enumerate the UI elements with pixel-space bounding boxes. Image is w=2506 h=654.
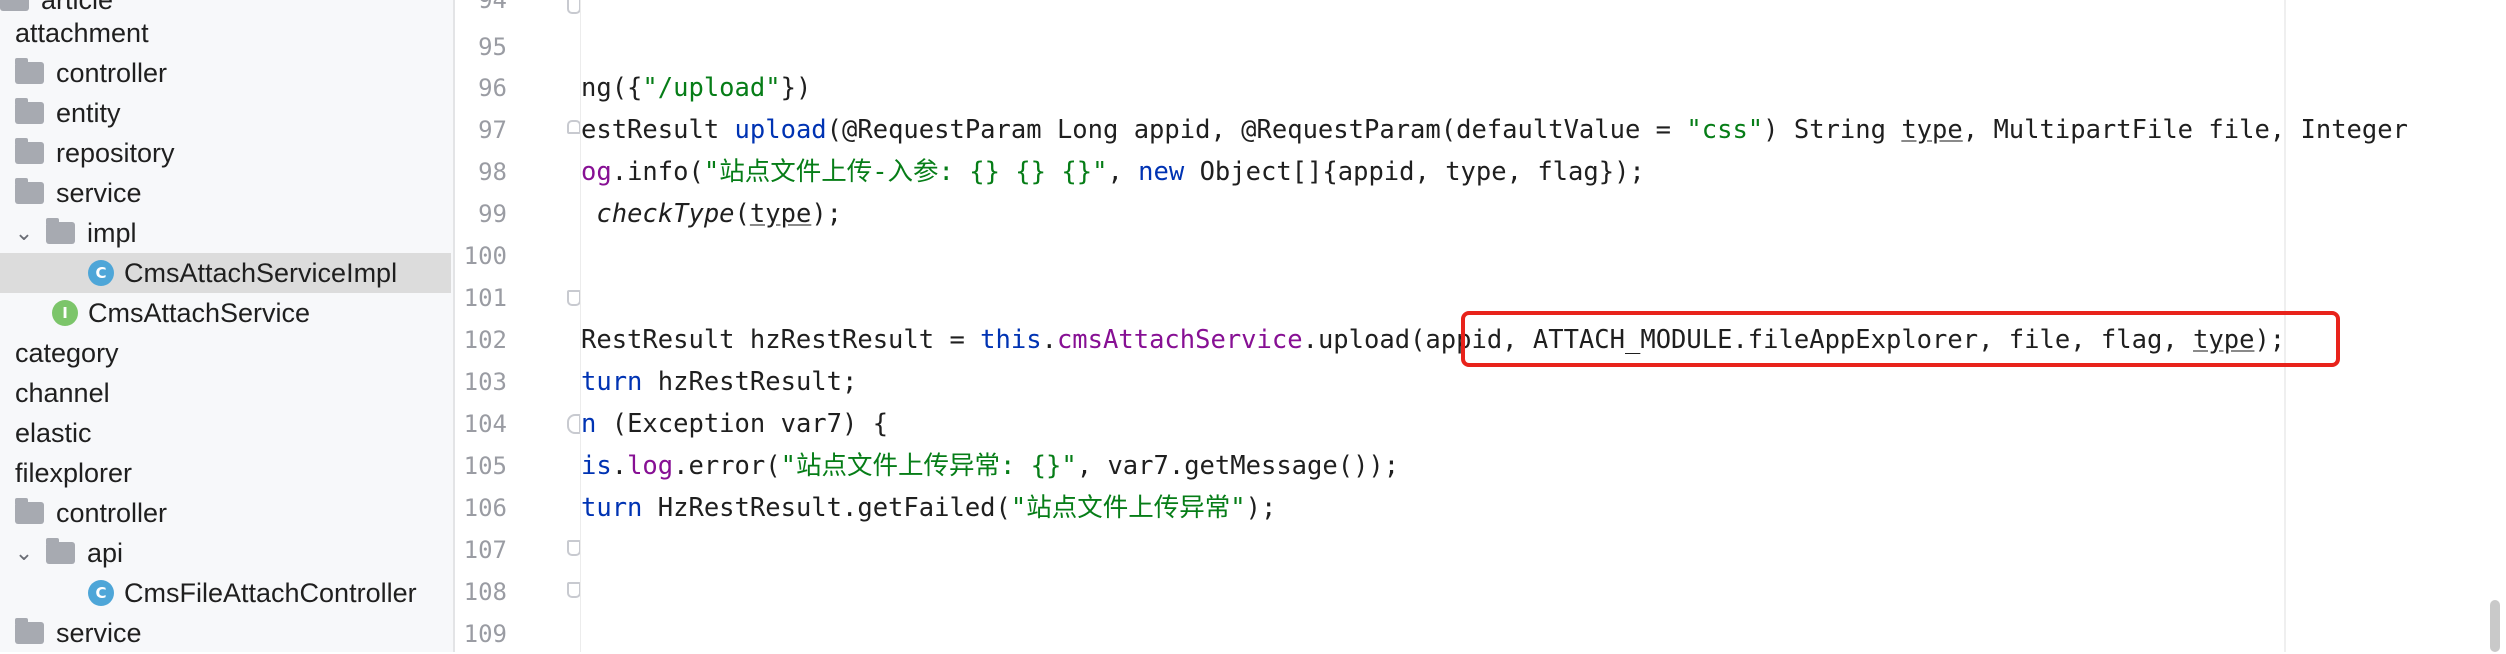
code-line-98: og.info("站点文件上传-入参: {} {} {}", new Objec… xyxy=(581,157,1645,187)
line-number: 109 xyxy=(463,620,507,648)
tree-item-attachment[interactable]: attachment xyxy=(0,13,149,53)
chevron-down-icon[interactable]: ⌄ xyxy=(10,220,38,246)
tree-item-label: CmsFileAttachController xyxy=(124,577,417,608)
class-icon: C xyxy=(88,260,114,286)
folder-icon xyxy=(0,0,29,11)
tree-item-label: channel xyxy=(15,377,110,408)
folder-icon xyxy=(46,538,75,564)
tree-item-label: repository xyxy=(56,137,175,168)
highlight-annotation-box xyxy=(1461,311,2340,367)
tree-item-cmsfileattachcontroller[interactable]: C CmsFileAttachController xyxy=(88,573,417,613)
tree-item-label: entity xyxy=(56,97,121,128)
line-number: 108 xyxy=(463,578,507,606)
fold-marker-icon[interactable] xyxy=(567,290,581,306)
line-number: 103 xyxy=(463,368,507,396)
line-number: 96 xyxy=(478,74,507,102)
line-number: 101 xyxy=(463,284,507,312)
tree-item-service[interactable]: service xyxy=(15,173,142,213)
tree-item-channel[interactable]: channel xyxy=(15,373,110,413)
project-tree: article attachment controller entity rep… xyxy=(0,0,455,652)
line-number: 97 xyxy=(478,116,507,144)
folder-icon xyxy=(15,178,44,204)
fold-marker-icon[interactable] xyxy=(567,582,581,598)
tree-item-filexplorer[interactable]: filexplorer xyxy=(15,453,132,493)
line-number: 107 xyxy=(463,536,507,564)
fold-marker-icon[interactable] xyxy=(567,0,581,14)
editor-gutter: 94 95 96 97 98 99 100 101 102 103 104 10… xyxy=(455,0,581,652)
code-line-105: is.log.error("站点文件上传异常: {}", var7.getMes… xyxy=(581,451,1400,481)
line-number: 94 xyxy=(478,0,507,14)
tree-item-entity[interactable]: entity xyxy=(15,93,121,133)
folder-icon xyxy=(15,98,44,124)
tree-item-controller[interactable]: controller xyxy=(15,53,167,93)
tree-item-label: attachment xyxy=(15,17,149,48)
tree-item-label: filexplorer xyxy=(15,457,133,488)
folder-icon xyxy=(15,498,44,524)
code-line-104: n (Exception var7) { xyxy=(581,409,889,439)
tree-item-impl[interactable]: ⌄ impl xyxy=(10,213,137,253)
tree-item-category[interactable]: category xyxy=(15,333,119,373)
tree-item-elastic[interactable]: elastic xyxy=(15,413,92,453)
tree-item-label: category xyxy=(15,337,119,368)
tree-item-cmsattachservice[interactable]: I CmsAttachService xyxy=(52,293,310,333)
fold-marker-icon[interactable] xyxy=(567,414,581,434)
class-icon: C xyxy=(88,580,114,606)
code-line-106: turn HzRestResult.getFailed("站点文件上传异常"); xyxy=(581,493,1277,523)
code-line-97: estResult upload(@RequestParam Long appi… xyxy=(581,115,2408,145)
line-number: 98 xyxy=(478,158,507,186)
tree-item-controller-2[interactable]: controller xyxy=(15,493,167,533)
tree-item-repository[interactable]: repository xyxy=(15,133,175,173)
tree-item-label: api xyxy=(87,537,124,568)
folder-icon xyxy=(46,218,75,244)
tree-item-label: service xyxy=(56,617,142,648)
line-number: 106 xyxy=(463,494,507,522)
vertical-scrollbar-thumb[interactable] xyxy=(2490,600,2500,652)
line-number: 102 xyxy=(463,326,507,354)
folder-icon xyxy=(15,138,44,164)
code-line-103: turn hzRestResult; xyxy=(581,367,858,397)
code-line-96: ng({"/upload"}) xyxy=(581,73,812,103)
tree-item-label: impl xyxy=(87,217,137,248)
tree-item-label: service xyxy=(56,177,142,208)
tree-item-label: controller xyxy=(56,57,168,88)
folder-icon xyxy=(15,58,44,84)
tree-item-label: controller xyxy=(56,497,168,528)
line-number: 104 xyxy=(463,410,507,438)
tree-item-api[interactable]: ⌄ api xyxy=(10,533,123,573)
line-number: 99 xyxy=(478,200,507,228)
interface-icon: I xyxy=(52,300,78,326)
fold-marker-icon[interactable] xyxy=(567,540,581,556)
folder-icon xyxy=(15,618,44,644)
line-number: 95 xyxy=(478,33,507,61)
line-number: 105 xyxy=(463,452,507,480)
tree-item-label: elastic xyxy=(15,417,92,448)
tree-item-label: CmsAttachServiceImpl xyxy=(124,257,398,288)
tree-item-service-2[interactable]: service xyxy=(15,613,142,652)
tree-item-cmsattachserviceimpl[interactable]: C CmsAttachServiceImpl xyxy=(0,253,451,293)
chevron-down-icon[interactable]: ⌄ xyxy=(10,540,38,566)
line-number: 100 xyxy=(463,242,507,270)
code-line-99: checkType(type); xyxy=(596,199,843,229)
fold-marker-icon[interactable] xyxy=(567,120,581,134)
tree-item-label: CmsAttachService xyxy=(88,297,311,328)
